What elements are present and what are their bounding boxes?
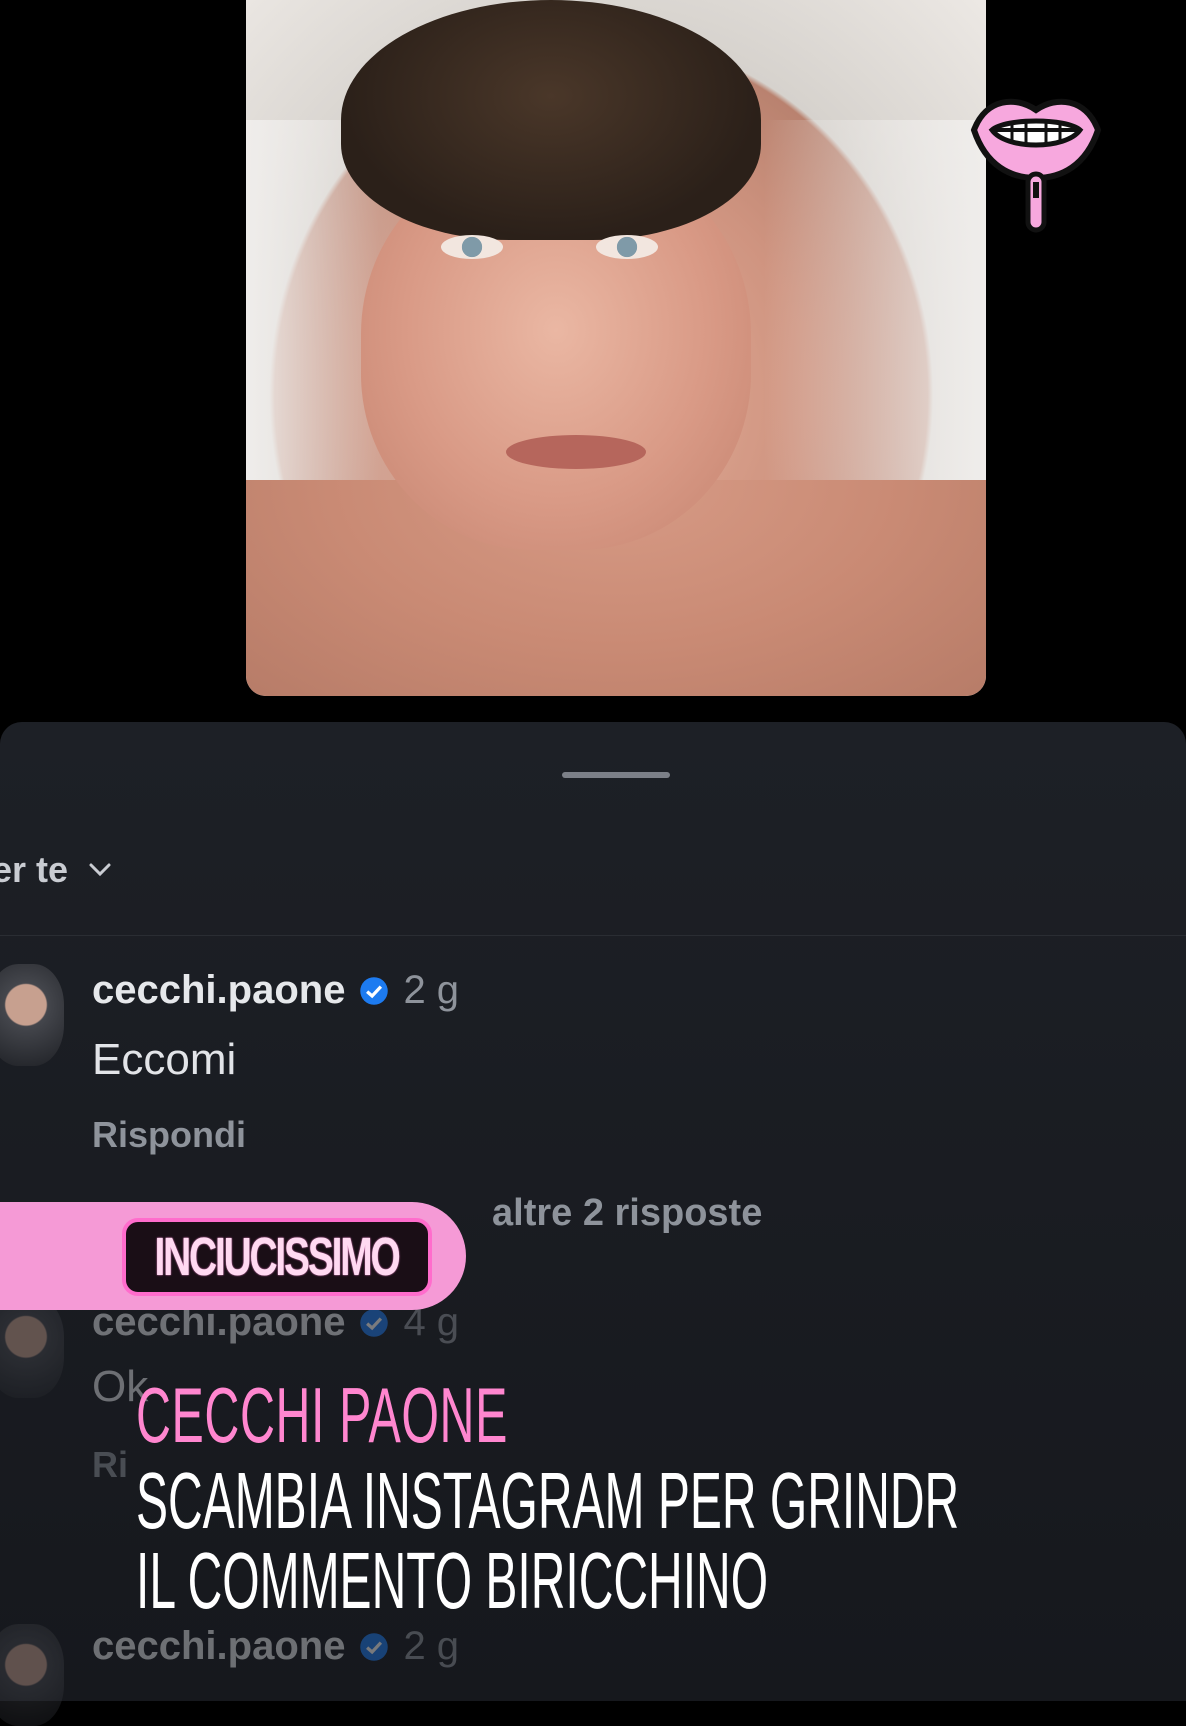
left-eye xyxy=(441,235,503,259)
divider xyxy=(0,935,1186,936)
post-photo[interactable] xyxy=(246,0,986,696)
hair xyxy=(341,0,761,240)
verified-badge-icon xyxy=(360,1308,389,1337)
post-image-area xyxy=(0,0,1186,720)
avatar[interactable] xyxy=(0,1296,64,1398)
filter-label: er te xyxy=(0,849,69,890)
brand-badge-text: INCIUCISSIMO xyxy=(154,1227,401,1287)
brand-badge: INCIUCISSIMO xyxy=(122,1218,432,1296)
reply-button[interactable]: Rispondi xyxy=(92,1114,246,1156)
comment-time: 2 g xyxy=(403,1624,460,1668)
verified-badge-icon xyxy=(360,1632,389,1661)
verified-badge-icon xyxy=(360,976,389,1005)
mouth xyxy=(506,435,646,469)
avatar[interactable] xyxy=(0,1624,64,1726)
view-more-replies[interactable]: altre 2 risposte xyxy=(492,1192,762,1235)
sheet-drag-handle[interactable] xyxy=(562,772,670,778)
headline-line-2: SCAMBIA INSTAGRAM PER GRINDR xyxy=(136,1456,960,1545)
comment-filter-dropdown[interactable]: er te xyxy=(0,848,112,892)
avatar[interactable] xyxy=(0,964,64,1066)
reply-button[interactable]: Ri xyxy=(92,1444,128,1486)
comment-text: Eccomi xyxy=(92,1035,237,1084)
comment-username[interactable]: cecchi.paone xyxy=(92,1624,345,1669)
zipper-lips-logo-icon xyxy=(970,98,1102,233)
comment-time: 2 g xyxy=(403,968,460,1012)
right-eye xyxy=(596,235,658,259)
headline-line-3: IL COMMENTO BIRICCHINO xyxy=(136,1536,769,1625)
headline-name: CECCHI PAONE xyxy=(136,1371,508,1459)
chevron-down-icon xyxy=(89,863,111,877)
comment-username[interactable]: cecchi.paone xyxy=(92,968,345,1013)
